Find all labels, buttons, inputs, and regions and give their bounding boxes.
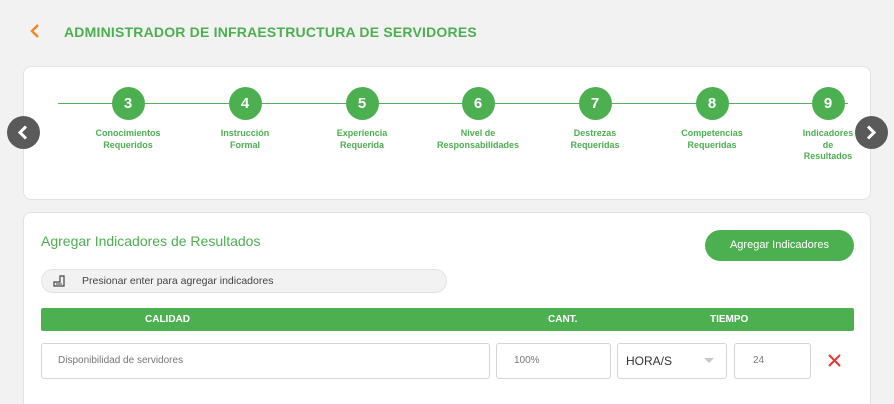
stepper-prev-button[interactable]: [7, 116, 40, 149]
enter-key-icon: [53, 275, 65, 287]
step-label: Instrucción Formal: [220, 128, 270, 150]
tiempo-input[interactable]: 24: [734, 343, 811, 379]
step-number: 7: [578, 87, 612, 120]
step-label: Destrezas Requeridas: [570, 128, 620, 150]
add-indicators-button[interactable]: Agregar Indicadores: [705, 230, 854, 261]
step-number: 3: [111, 87, 145, 120]
step-destrezas[interactable]: 7 Destrezas Requeridas: [540, 87, 650, 151]
step-number: 8: [695, 87, 729, 120]
table-header: CALIDAD CANT. TIEMPO: [41, 308, 854, 331]
step-instruccion[interactable]: 4 Instrucción Formal: [190, 87, 300, 151]
stepper-next-button[interactable]: [855, 116, 888, 149]
chevron-down-icon: [704, 358, 714, 363]
time-unit-select[interactable]: HORA/S: [617, 343, 727, 379]
column-tiempo: TIEMPO: [710, 314, 749, 325]
section-title: Agregar Indicadores de Resultados: [41, 233, 261, 249]
step-label: Nivel de Responsabilidades: [436, 128, 520, 150]
column-calidad: CALIDAD: [145, 314, 190, 325]
page-title: ADMINISTRADOR DE INFRAESTRUCTURA DE SERV…: [64, 24, 477, 40]
step-experiencia[interactable]: 5 Experiencia Requerida: [307, 87, 417, 151]
step-number: 5: [345, 87, 379, 120]
page-header: ADMINISTRADOR DE INFRAESTRUCTURA DE SERV…: [0, 0, 894, 64]
calidad-input[interactable]: Disponibilidad de servidores: [41, 343, 490, 379]
chevron-right-icon: [866, 125, 877, 140]
step-label: Competencias Requeridas: [681, 128, 743, 150]
step-responsabilidades[interactable]: 6 Nivel de Responsabilidades: [423, 87, 533, 151]
chevron-left-icon[interactable]: [30, 24, 44, 40]
cant-input[interactable]: 100%: [496, 343, 611, 379]
step-competencias[interactable]: 8 Competencias Requeridas: [657, 87, 767, 151]
time-unit-value: HORA/S: [626, 354, 673, 368]
hint-box: Presionar enter para agregar indicadores: [41, 269, 447, 293]
chevron-left-icon: [17, 125, 28, 140]
step-conocimientos[interactable]: 3 Conocimientos Requeridos: [73, 87, 183, 151]
close-icon[interactable]: [827, 353, 842, 368]
column-cant: CANT.: [548, 314, 578, 325]
step-label: Conocimientos Requeridos: [95, 128, 161, 150]
hint-text: Presionar enter para agregar indicadores: [82, 275, 274, 287]
step-label: Experiencia Requerida: [336, 128, 388, 150]
step-number: 6: [461, 87, 495, 120]
step-number: 9: [811, 87, 845, 120]
step-number: 4: [228, 87, 262, 120]
